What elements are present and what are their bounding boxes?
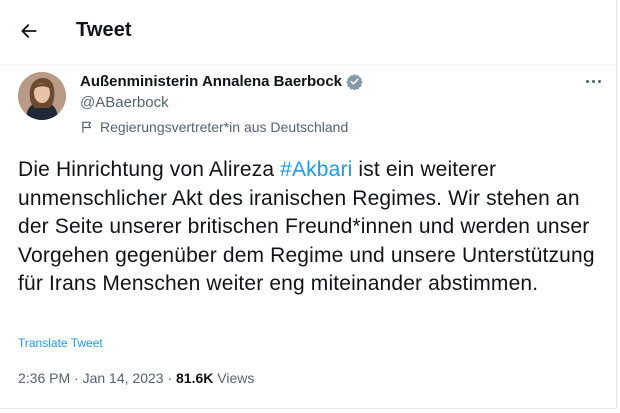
back-button[interactable] xyxy=(16,18,42,44)
tweet-meta: 2:36 PM · Jan 14, 2023 · 81.6K Views xyxy=(18,370,254,386)
page-title: Tweet xyxy=(76,19,132,41)
translate-tweet-link[interactable]: Translate Tweet xyxy=(18,336,103,350)
hashtag-link[interactable]: #Akbari xyxy=(280,158,352,181)
avatar[interactable] xyxy=(18,72,66,120)
author-handle[interactable]: @ABaerbock xyxy=(80,94,169,111)
arrow-left-icon xyxy=(21,24,37,38)
affiliation-text: Regierungsvertreter*in aus Deutschland xyxy=(100,119,349,135)
tweet-header: Tweet xyxy=(0,0,617,65)
more-dot-icon xyxy=(591,79,595,83)
author-name-row: Außenministerin Annalena Baerbock xyxy=(80,73,363,90)
avatar-image xyxy=(18,72,66,120)
tweet-text-part: Die Hinrichtung von Alireza xyxy=(18,158,281,181)
verified-badge-icon[interactable] xyxy=(346,73,363,90)
more-dot-icon xyxy=(597,79,601,83)
more-dot-icon xyxy=(585,79,589,83)
meta-separator: · xyxy=(74,370,79,386)
views-label: Views xyxy=(217,370,255,386)
views-count[interactable]: 81.6K xyxy=(176,370,213,386)
flag-icon xyxy=(82,121,92,133)
tweet-time[interactable]: 2:36 PM xyxy=(18,370,70,386)
author-display-name[interactable]: Außenministerin Annalena Baerbock xyxy=(80,73,342,90)
tweet-date[interactable]: Jan 14, 2023 xyxy=(83,370,164,386)
more-options-button[interactable] xyxy=(581,72,605,90)
affiliation-label: Regierungsvertreter*in aus Deutschland xyxy=(80,119,348,135)
tweet-text: Die Hinrichtung von Alireza #Akbari ist … xyxy=(18,156,608,299)
meta-separator: · xyxy=(167,370,173,386)
